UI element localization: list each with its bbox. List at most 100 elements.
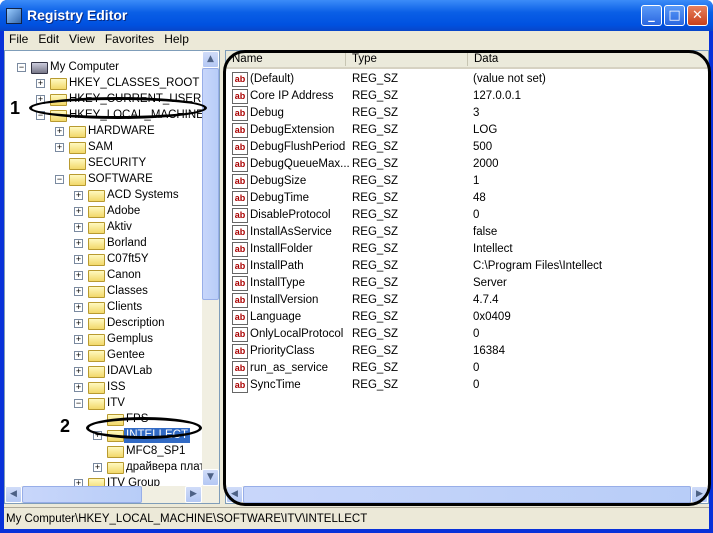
menu-help[interactable]: Help <box>159 31 194 46</box>
tree-item[interactable]: + Gentee <box>5 348 203 364</box>
folder-icon <box>88 318 105 330</box>
minimize-button[interactable]: _ <box>641 5 662 26</box>
tree-item[interactable]: + Clients <box>5 300 203 316</box>
scroll-right-button[interactable]: ▶ <box>185 486 202 503</box>
tree-vertical-scrollbar[interactable]: ▲ ▼ <box>202 51 219 486</box>
tree-item-label: MFC8_SP1 <box>126 445 186 457</box>
folder-icon <box>88 270 105 282</box>
tree-item[interactable]: − My Computer <box>5 60 203 76</box>
expand-icon[interactable]: + <box>74 191 83 200</box>
folder-icon <box>88 398 105 410</box>
tree-horizontal-scrollbar[interactable]: ◀ ▶ <box>5 486 219 503</box>
tree-item[interactable]: + Gemplus <box>5 332 203 348</box>
tree-item[interactable]: MFC8_SP1 <box>5 444 203 460</box>
expand-icon[interactable]: + <box>74 223 83 232</box>
tree-item-label: Aktiv <box>107 221 132 233</box>
scroll-thumb[interactable] <box>22 486 142 503</box>
registry-editor-icon <box>6 8 22 24</box>
folder-icon <box>50 78 67 90</box>
tree-item[interactable]: + C07ft5Y <box>5 252 203 268</box>
tree-item[interactable]: SECURITY <box>5 156 203 172</box>
tree-item[interactable]: + HKEY_CLASSES_ROOT <box>5 76 203 92</box>
folder-icon <box>88 302 105 314</box>
expand-icon[interactable]: + <box>74 351 83 360</box>
tree-item[interactable]: + Canon <box>5 268 203 284</box>
tree-item-label: Classes <box>107 285 148 297</box>
folder-icon <box>69 142 86 154</box>
tree-item-label: C07ft5Y <box>107 253 149 265</box>
menu-file[interactable]: File <box>4 31 33 46</box>
tree-item-label: HARDWARE <box>88 125 155 137</box>
tree-item[interactable]: + SAM <box>5 140 203 156</box>
tree-item[interactable]: + драйвера плат <box>5 460 205 476</box>
tree-item[interactable]: − ITV <box>5 396 203 412</box>
folder-icon <box>107 462 124 474</box>
menu-edit[interactable]: Edit <box>33 31 64 46</box>
expand-icon[interactable]: + <box>74 367 83 376</box>
folder-icon <box>88 382 105 394</box>
folder-icon <box>107 446 124 458</box>
expand-icon[interactable]: + <box>93 463 102 472</box>
expand-icon[interactable]: + <box>74 239 83 248</box>
folder-icon <box>88 254 105 266</box>
tree-item-label: ISS <box>107 381 126 393</box>
collapse-icon[interactable]: − <box>17 63 26 72</box>
annotation-ellipse-hklm <box>29 97 207 119</box>
tree-item-label: SOFTWARE <box>88 173 153 185</box>
status-bar: My Computer\HKEY_LOCAL_MACHINE\SOFTWARE\… <box>4 507 709 529</box>
tree-item-label: HKEY_CLASSES_ROOT <box>69 77 200 89</box>
folder-icon <box>88 350 105 362</box>
expand-icon[interactable]: + <box>74 383 83 392</box>
menu-bar: File Edit View Favorites Help <box>4 31 709 48</box>
annotation-number-2: 2 <box>60 416 71 436</box>
tree-item[interactable]: + Adobe <box>5 204 203 220</box>
tree-item[interactable]: + IDAVLab <box>5 364 203 380</box>
tree-item[interactable]: + Borland <box>5 236 203 252</box>
collapse-icon[interactable]: − <box>55 175 64 184</box>
window-title: Registry Editor <box>27 7 128 23</box>
maximize-button[interactable]: □ <box>664 5 685 26</box>
expand-icon[interactable]: + <box>74 207 83 216</box>
tree-item-label: My Computer <box>50 61 120 73</box>
folder-icon <box>88 366 105 378</box>
tree-item[interactable]: + HARDWARE <box>5 124 203 140</box>
scroll-thumb[interactable] <box>202 68 219 300</box>
folder-icon <box>88 222 105 234</box>
menu-view[interactable]: View <box>64 31 100 46</box>
folder-icon <box>69 158 86 170</box>
folder-icon <box>69 126 86 138</box>
tree-item[interactable]: + Classes <box>5 284 203 300</box>
expand-icon[interactable]: + <box>74 287 83 296</box>
computer-icon <box>31 62 48 74</box>
scroll-down-button[interactable]: ▼ <box>202 469 219 486</box>
expand-icon[interactable]: + <box>74 319 83 328</box>
close-button[interactable]: ✕ <box>687 5 708 26</box>
expand-icon[interactable]: + <box>74 255 83 264</box>
tree-item-label: SAM <box>88 141 113 153</box>
expand-icon[interactable]: + <box>55 143 64 152</box>
collapse-icon[interactable]: − <box>74 399 83 408</box>
tree-item[interactable]: − SOFTWARE <box>5 172 203 188</box>
tree-item[interactable]: + ACD Systems <box>5 188 203 204</box>
scroll-up-button[interactable]: ▲ <box>202 51 219 68</box>
expand-icon[interactable]: + <box>74 303 83 312</box>
expand-icon[interactable]: + <box>74 271 83 280</box>
expand-icon[interactable]: + <box>36 79 45 88</box>
tree-item[interactable]: + Aktiv <box>5 220 203 236</box>
expand-icon[interactable]: + <box>74 335 83 344</box>
folder-icon <box>88 206 105 218</box>
tree-item-label: ITV <box>107 397 125 409</box>
scroll-left-button[interactable]: ◀ <box>5 486 22 503</box>
tree-item-label: Description <box>107 317 165 329</box>
folder-icon <box>88 190 105 202</box>
expand-icon[interactable]: + <box>55 127 64 136</box>
menu-favorites[interactable]: Favorites <box>100 31 159 46</box>
tree-item[interactable]: + ISS <box>5 380 203 396</box>
annotation-frame-values <box>223 50 711 506</box>
tree-item[interactable]: + Description <box>5 316 203 332</box>
tree-item-label: SECURITY <box>88 157 147 169</box>
tree-item-label: Canon <box>107 269 141 281</box>
folder-icon <box>88 286 105 298</box>
annotation-number-1: 1 <box>10 98 21 118</box>
tree-item-label: Clients <box>107 301 143 313</box>
